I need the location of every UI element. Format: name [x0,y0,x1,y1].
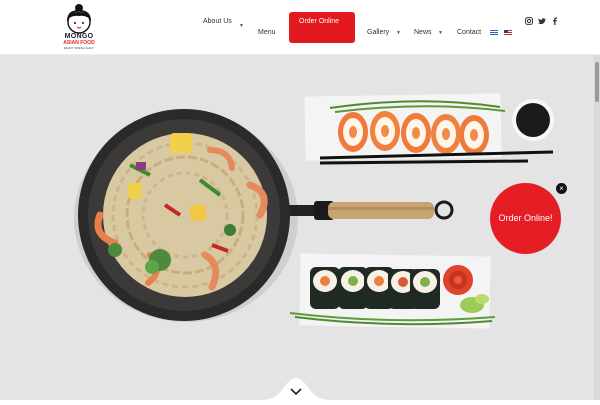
order-online-popup[interactable]: Order Online! [490,183,561,254]
logo-text: MONGO ASIAN FOOD ENJOY FRESH DAILY [54,33,104,50]
order-online-popup-label: Order Online! [498,213,553,223]
nav-menu[interactable]: Menu [258,28,276,38]
scroll-down-button[interactable] [262,376,330,400]
logo-name: MONGO [64,33,94,40]
nav-contact[interactable]: Contact [457,28,481,38]
close-icon[interactable]: × [556,183,567,194]
us-flag-icon[interactable] [504,30,512,35]
facebook-icon[interactable] [551,17,559,25]
greek-flag-icon[interactable] [490,30,498,35]
nav-news[interactable]: News [414,28,432,38]
chevron-down-icon: ▼ [239,23,244,29]
twitter-icon[interactable] [538,17,546,25]
nav-gallery[interactable]: Gallery [367,28,389,38]
logo-tagline: ENJOY FRESH DAILY [63,46,95,50]
chevron-down-icon: ▼ [438,30,443,36]
chevron-down-icon: ▼ [396,30,401,36]
page-scrollbar[interactable] [594,55,600,400]
nav-about-us[interactable]: About Us [203,17,233,27]
scrollbar-thumb[interactable] [595,62,599,102]
instagram-icon[interactable] [525,17,533,25]
order-online-button[interactable]: Order Online [289,12,355,43]
site-header: MONGO ASIAN FOOD ENJOY FRESH DAILY About… [0,0,600,55]
order-online-label: Order Online [299,18,340,25]
